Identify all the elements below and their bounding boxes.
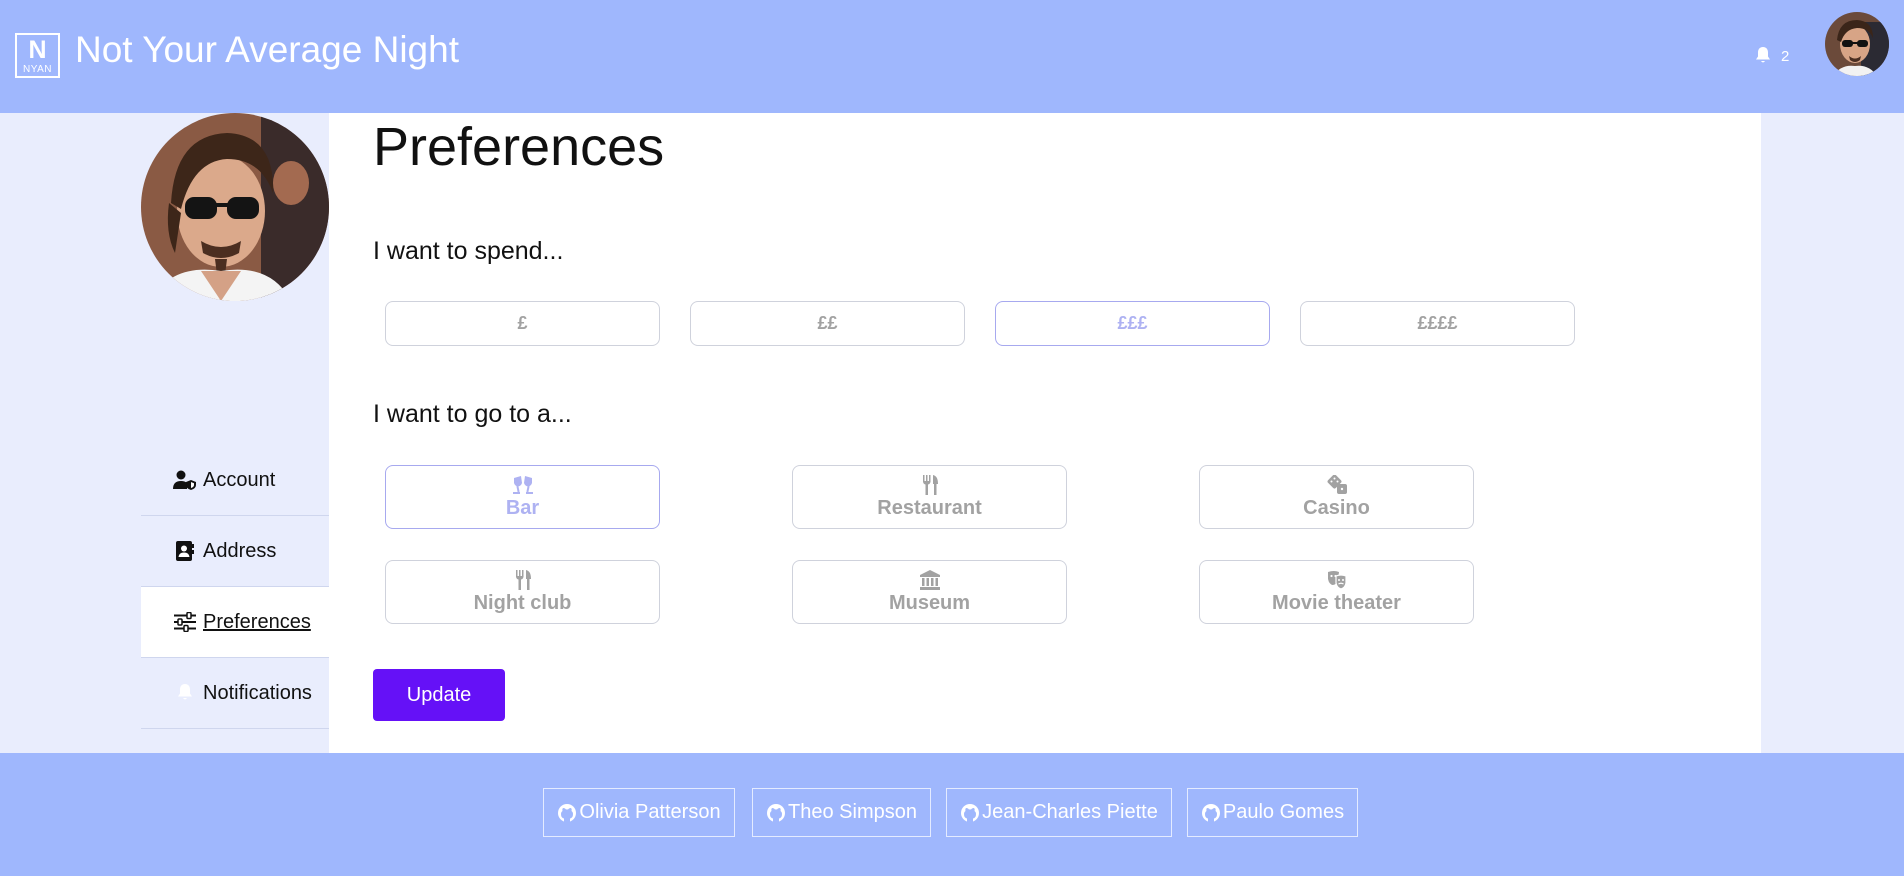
dice-icon — [1327, 474, 1347, 494]
main-content: Preferences I want to spend... £ ££ £££ … — [329, 113, 1761, 753]
app-logo[interactable]: N NYAN — [15, 33, 60, 78]
sidebar-item-label: Address — [203, 539, 277, 562]
github-icon — [767, 803, 786, 822]
venue-option-restaurant[interactable]: Restaurant — [792, 465, 1067, 529]
github-icon — [558, 803, 577, 822]
sidebar-item-label: Notifications — [203, 681, 312, 704]
venue-option-label: Movie theater — [1272, 591, 1401, 614]
venue-option-label: Casino — [1303, 496, 1370, 519]
github-icon — [961, 803, 980, 822]
venue-option-label: Bar — [505, 496, 540, 519]
github-icon — [1201, 803, 1220, 822]
top-header: N NYAN Not Your Average Night 2 — [0, 0, 1904, 113]
contributor-link-olivia-patterson[interactable]: Olivia Patterson — [543, 788, 735, 837]
venue-label: I want to go to a... — [373, 400, 572, 428]
page-title: Preferences — [373, 117, 665, 177]
venue-option-label: Museum — [888, 591, 971, 614]
contributor-link-theo-simpson[interactable]: Theo Simpson — [752, 788, 931, 837]
venue-option-museum[interactable]: Museum — [792, 560, 1067, 624]
user-avatar[interactable] — [1825, 12, 1889, 76]
address-book-icon — [176, 541, 194, 561]
bell-icon[interactable] — [1753, 45, 1773, 65]
price-option-2[interactable]: ££ — [690, 301, 965, 346]
footer: Olivia Patterson Theo Simpson Jean-Charl… — [0, 753, 1904, 876]
profile-avatar — [141, 113, 329, 301]
logo-letter: N — [28, 36, 47, 64]
sliders-icon — [174, 612, 196, 632]
sidebar: Account Address Preferences Notification… — [141, 113, 329, 753]
sidebar-item-label: Account — [203, 468, 276, 491]
user-shield-icon — [173, 470, 196, 490]
bell-icon — [178, 684, 192, 700]
price-option-1[interactable]: £ — [385, 301, 660, 346]
spend-label: I want to spend... — [373, 237, 564, 265]
contributor-name: Olivia Patterson — [579, 801, 721, 823]
sidebar-item-address[interactable]: Address — [141, 516, 329, 587]
venue-option-night-club[interactable]: Night club — [385, 560, 660, 624]
contributor-name: Jean-Charles Piette — [982, 801, 1158, 823]
sidebar-nav: Account Address Preferences Notification… — [141, 445, 329, 729]
sidebar-item-account[interactable]: Account — [141, 445, 329, 516]
notification-count: 2 — [1781, 48, 1790, 65]
landmark-icon — [919, 569, 940, 590]
sidebar-item-preferences[interactable]: Preferences — [141, 587, 329, 658]
contributor-link-jean-charles-piette[interactable]: Jean-Charles Piette — [946, 788, 1172, 837]
app-title: Not Your Average Night — [75, 29, 459, 70]
sidebar-item-label: Preferences — [203, 610, 311, 633]
price-option-3[interactable]: £££ — [995, 301, 1270, 346]
venue-option-movie-theater[interactable]: Movie theater — [1199, 560, 1474, 624]
glass-cheers-icon — [512, 475, 533, 494]
contributor-link-paulo-gomes[interactable]: Paulo Gomes — [1187, 788, 1358, 837]
venue-option-label: Restaurant — [877, 496, 982, 519]
theater-masks-icon — [1327, 570, 1347, 590]
contributor-name: Theo Simpson — [788, 801, 917, 823]
utensils-icon — [922, 474, 938, 495]
sidebar-item-notifications[interactable]: Notifications — [141, 658, 329, 729]
price-option-4[interactable]: ££££ — [1300, 301, 1575, 346]
update-button[interactable]: Update — [373, 669, 505, 721]
utensils-icon — [515, 569, 531, 590]
contributor-name: Paulo Gomes — [1222, 801, 1345, 823]
venue-option-casino[interactable]: Casino — [1199, 465, 1474, 529]
venue-option-label: Night club — [473, 591, 572, 614]
venue-option-bar[interactable]: Bar — [385, 465, 660, 529]
logo-caption: NYAN — [22, 64, 53, 75]
